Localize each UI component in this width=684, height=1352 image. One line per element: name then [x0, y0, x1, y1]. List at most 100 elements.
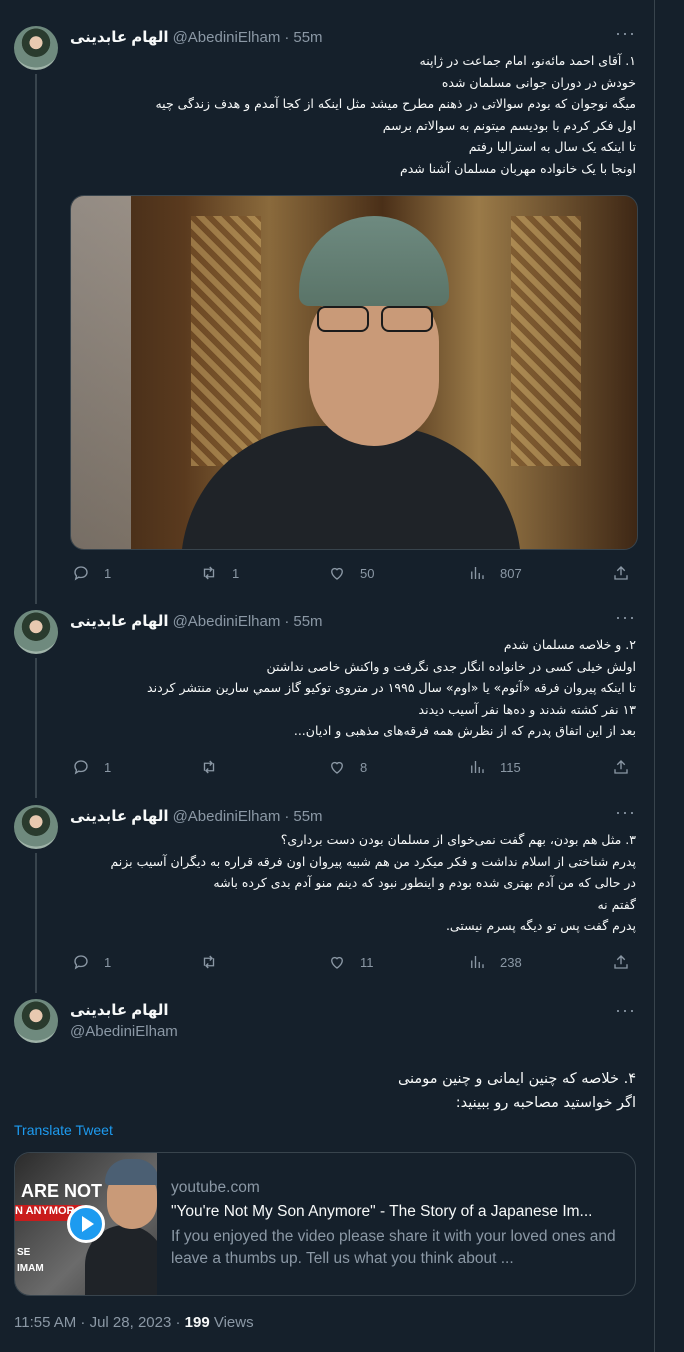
tweet-time[interactable]: 55m [293, 29, 322, 46]
tweet-line: میگه نوجوان که بودم سوالاتی در ذهنم مطرح… [155, 96, 636, 111]
main-tweet-handle[interactable]: @AbediniElham [70, 1023, 178, 1040]
avatar[interactable] [14, 805, 58, 849]
tweet-line: ۱۳ نفر کشته شدند و ده‌ها نفر آسیب دیدند [418, 701, 636, 717]
column-border [654, 0, 655, 1352]
views-icon [471, 761, 484, 773]
retweet-icon [203, 566, 215, 580]
tweet-line: اولش خیلی کسی در خانواده انگار جدی نگرفت… [266, 658, 636, 674]
display-name[interactable]: الهام عابدینی [70, 28, 169, 46]
more-icon[interactable]: ··· [615, 608, 636, 626]
tweet-line: گفتم نه [597, 896, 636, 912]
tweet-time[interactable]: 55m [293, 613, 322, 630]
reply-count: 1 [104, 565, 112, 581]
tweet-header: الهام عابدینی @AbediniElham · 55m [70, 26, 323, 48]
heart-icon [331, 761, 343, 774]
tweet-line: اونجا با یک خانواده مهربان مسلمان آشنا ش… [399, 160, 636, 176]
display-name[interactable]: الهام عابدینی [70, 807, 169, 825]
avatar[interactable] [14, 610, 58, 654]
handle[interactable]: @AbediniElham [173, 29, 281, 46]
tweet-line: ۲. و خلاصه مسلمان شدم [503, 637, 636, 652]
image-lattice [191, 216, 261, 466]
thumbnail-text: ARE NOT [21, 1181, 102, 1201]
tweet[interactable]: الهام عابدینی @AbediniElham · 55m ··· ۳.… [0, 803, 654, 985]
card-domain: youtube.com [171, 1179, 260, 1196]
retweet-button[interactable] [200, 758, 232, 776]
share-icon [614, 955, 628, 969]
share-button[interactable] [612, 564, 630, 582]
tweet-line: بعد از این اتفاق پدرم که از نظرش همه فرق… [293, 723, 636, 738]
tweet-line: در حالی که من آدم بهتری شده بودم و اینطو… [213, 875, 636, 890]
video-thumbnail[interactable]: ARE NOT N ANYMOR SE IMAM [15, 1153, 157, 1295]
like-button[interactable]: 11 [328, 953, 374, 971]
reply-icon [74, 760, 88, 775]
views-count: 807 [500, 565, 522, 581]
tweet-meta: 11:55 AM · Jul 28, 2023 · 199 Views [14, 1314, 254, 1331]
share-button[interactable] [612, 953, 630, 971]
image-person-glasses [317, 306, 433, 332]
tweet-time[interactable]: 55m [293, 808, 322, 825]
dot-separator: · [284, 807, 290, 825]
tweet-image[interactable] [70, 195, 638, 550]
tweet[interactable]: الهام عابدینی @AbediniElham · 55m ··· ۱.… [0, 24, 654, 596]
image-person-cap [299, 216, 449, 306]
retweet-button[interactable] [200, 953, 232, 971]
play-icon[interactable] [67, 1205, 105, 1243]
share-icon [614, 566, 628, 580]
reply-count: 1 [104, 954, 112, 970]
views-label: Views [209, 1314, 254, 1331]
retweet-count: 1 [232, 565, 240, 581]
tweet-line: تا اینکه پیروان فرقه «آئوم» یا «اوم» سال… [147, 680, 636, 695]
thumbnail-text: IMAM [17, 1263, 44, 1274]
tweet-actions: 1 1 50 807 [70, 564, 636, 586]
heart-icon [331, 956, 343, 969]
tweet-timestamp[interactable]: 11:55 AM · Jul 28, 2023 · [14, 1314, 185, 1331]
tweet-header: الهام عابدینی @AbediniElham · 55m [70, 805, 323, 827]
avatar[interactable] [14, 26, 58, 70]
main-tweet-text: ۴. خلاصه که چنین ایمانی و چنین مومنی اگر… [70, 1067, 636, 1115]
tweet-actions: 1 8 115 [70, 758, 636, 780]
share-icon [614, 760, 628, 774]
tweet-line: خودش در دوران جوانی مسلمان شده [441, 74, 636, 90]
views-button[interactable]: 238 [468, 953, 522, 971]
like-count: 50 [360, 565, 375, 581]
tweet[interactable]: الهام عابدینی @AbediniElham · 55m ··· ۲.… [0, 608, 654, 790]
reply-button[interactable]: 1 [72, 564, 111, 582]
reply-count: 1 [104, 759, 112, 775]
reply-icon [74, 955, 88, 970]
more-icon[interactable]: ··· [615, 1001, 636, 1019]
handle[interactable]: @AbediniElham [173, 613, 281, 630]
avatar[interactable] [14, 999, 58, 1043]
views-count: 238 [500, 954, 522, 970]
tweet-line: ۳. مثل هم بودن، بهم گفت نمی‌خوای از مسلم… [280, 832, 636, 847]
more-icon[interactable]: ··· [615, 803, 636, 821]
link-card[interactable]: ARE NOT N ANYMOR SE IMAM youtube.com "Yo… [14, 1152, 636, 1296]
more-icon[interactable]: ··· [615, 24, 636, 42]
like-button[interactable]: 8 [328, 758, 367, 776]
tweet-line: پدرم شناختی از اسلام نداشت و فکر میکرد م… [110, 853, 636, 869]
tweet-line: ۱. آقای احمد مائه‌نو، امام جماعت در ژاپن… [419, 53, 636, 68]
tweet-header: الهام عابدینی @AbediniElham · 55m [70, 610, 323, 632]
like-count: 11 [360, 954, 374, 970]
reply-button[interactable]: 1 [72, 758, 111, 776]
thumbnail-text: N ANYMOR [15, 1205, 75, 1217]
image-lattice [511, 216, 581, 466]
tweet-actions: 1 11 238 [70, 953, 636, 975]
like-count: 8 [360, 759, 368, 775]
views-icon [471, 956, 484, 968]
handle[interactable]: @AbediniElham [173, 808, 281, 825]
tweet-line: پدرم گفت پس تو دیگه پسرم نیستی. [445, 918, 636, 933]
like-button[interactable]: 50 [328, 564, 374, 582]
main-tweet-name[interactable]: الهام عابدینی [70, 1001, 169, 1019]
retweet-button[interactable]: 1 [200, 564, 239, 582]
tweet-line: ۴. خلاصه که چنین ایمانی و چنین مومنی [397, 1071, 636, 1087]
views-button[interactable]: 807 [468, 564, 522, 582]
retweet-icon [203, 760, 215, 774]
reply-button[interactable]: 1 [72, 953, 111, 971]
views-button[interactable]: 115 [468, 758, 521, 776]
translate-tweet-link[interactable]: Translate Tweet [14, 1122, 113, 1138]
card-description: If you enjoyed the video please share it… [171, 1228, 616, 1267]
share-button[interactable] [612, 758, 630, 776]
heart-icon [331, 567, 343, 580]
tweet-line: اگر خواستید مصاحبه رو ببینید: [455, 1095, 636, 1111]
display-name[interactable]: الهام عابدینی [70, 612, 169, 630]
